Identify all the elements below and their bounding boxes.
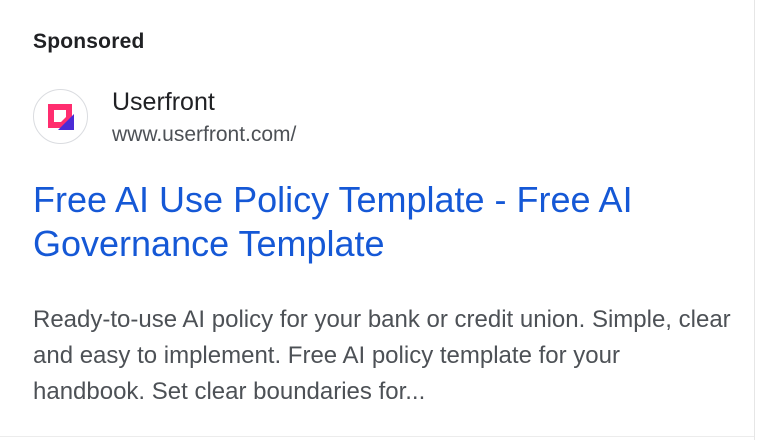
advertiser-name[interactable]: Userfront (112, 88, 215, 117)
ad-description: Ready-to-use AI policy for your bank or … (33, 306, 731, 405)
sponsored-label: Sponsored (33, 30, 145, 53)
userfront-logo-icon (47, 103, 74, 130)
ad-headline-link[interactable]: Free AI Use Policy Template - Free AI Go… (33, 178, 733, 266)
divider (0, 436, 754, 437)
sponsored-ad-card: Sponsored Userfront www.userfront.com/ F… (0, 0, 755, 440)
advertiser-favicon[interactable] (33, 89, 88, 144)
advertiser-url[interactable]: www.userfront.com/ (112, 123, 296, 147)
